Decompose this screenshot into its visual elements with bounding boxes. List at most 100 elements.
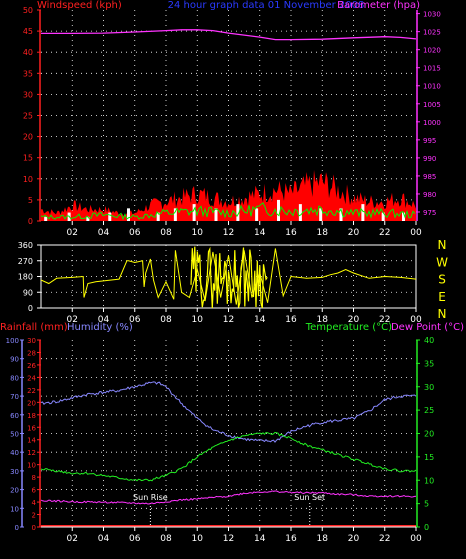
gust-mark: [108, 212, 112, 221]
temp-ytick-label: 30: [424, 383, 434, 392]
humidity-ytick-label: 10: [10, 505, 19, 513]
rain-ytick-label: 18: [27, 412, 36, 420]
temp-ytick-label: 0: [424, 523, 429, 532]
baro-ytick-label: 1010: [423, 83, 441, 91]
wind-xtick-label: 06: [129, 228, 141, 238]
humidity-ytick-label: 40: [10, 449, 19, 457]
rain-ytick-label: 26: [27, 362, 36, 370]
windspeed-axis-title: Windspeed (kph): [37, 0, 122, 11]
temp-xtick-label: 04: [98, 534, 110, 544]
temp-xtick-label: 10: [192, 534, 204, 544]
wind-ytick-label: 5: [28, 196, 33, 205]
temp-xtick-label: 22: [379, 534, 390, 544]
temp-xtick-label: 08: [160, 534, 172, 544]
gust-mark: [298, 204, 302, 221]
humidity-ytick-label: 0: [15, 524, 19, 532]
direction-ytick-label: 0: [28, 304, 33, 313]
rain-ytick-label: 2: [32, 512, 36, 520]
temp-ytick-label: 40: [424, 336, 434, 345]
compass-label: E: [438, 290, 446, 304]
rain-ytick-label: 20: [27, 399, 36, 407]
dewpoint-axis-title: Dew Point (°C): [391, 322, 464, 333]
direction-ytick-label: 180: [18, 273, 33, 282]
graph-title: 24 hour graph data 01 November 2008: [168, 0, 365, 11]
temp-xtick-label: 02: [67, 534, 78, 544]
compass-label: N: [438, 307, 447, 321]
direction-xtick-label: 16: [285, 315, 297, 325]
temperature-axis-title: Temperature (°C): [305, 322, 392, 333]
baro-ytick-label: 1025: [423, 29, 441, 37]
rain-ytick-label: 6: [32, 487, 37, 495]
direction-xtick-label: 12: [223, 315, 234, 325]
baro-ytick-label: 980: [423, 191, 436, 199]
compass-label: N: [438, 238, 447, 252]
rain-ytick-label: 22: [27, 387, 36, 395]
wind-xtick-label: 04: [98, 228, 110, 238]
rain-ytick-label: 16: [27, 424, 36, 432]
gust-mark: [44, 216, 48, 221]
temp-ytick-label: 5: [424, 500, 429, 509]
weather-graphs-svg: 0510152025303540455097598098599099510001…: [0, 0, 464, 544]
wind-xtick-label: 22: [379, 228, 390, 238]
sunrise-label: Sun Rise: [133, 493, 168, 502]
barometer-axis-title: Barometer (hpa): [337, 0, 420, 11]
temp-xtick-label: 18: [317, 534, 329, 544]
wind-xtick-label: 14: [254, 228, 266, 238]
humidity-ytick-label: 60: [10, 412, 19, 420]
wind-ytick-label: 35: [23, 69, 33, 78]
direction-ytick-label: 270: [18, 257, 33, 266]
wind-ytick-label: 15: [23, 154, 33, 163]
rain-ytick-label: 24: [27, 374, 36, 382]
temp-xtick-label: 00: [410, 534, 422, 544]
wind-xtick-label: 10: [192, 228, 204, 238]
baro-ytick-label: 1005: [423, 101, 441, 109]
gust-mark: [277, 199, 280, 221]
wind-xtick-label: 02: [67, 228, 78, 238]
humidity-ytick-label: 90: [10, 356, 19, 364]
rain-ytick-label: 14: [27, 437, 36, 445]
wind-ytick-label: 20: [23, 133, 33, 142]
compass-label: S: [438, 273, 446, 287]
sunset-label: Sun Set: [294, 493, 325, 502]
baro-ytick-label: 985: [423, 173, 436, 181]
wind-xtick-label: 08: [160, 228, 172, 238]
direction-xtick-label: 08: [160, 315, 172, 325]
humidity-ytick-label: 50: [10, 431, 19, 439]
direction-xtick-label: 14: [254, 315, 266, 325]
wind-ytick-label: 50: [23, 6, 33, 15]
weather-graphs: 0 5 10 15 20 25 30 35 40 45 50 975 980 985 990 995 1000 1…: [0, 0, 466, 555]
temp-ytick-label: 10: [424, 476, 434, 485]
baro-ytick-label: 1015: [423, 65, 441, 73]
rain-ytick-label: 12: [27, 449, 36, 457]
temp-xtick-label: 20: [348, 534, 360, 544]
rain-ytick-label: 28: [27, 349, 36, 357]
direction-ytick-label: 90: [23, 288, 33, 297]
temp-ytick-label: 15: [424, 453, 434, 462]
humidity-ytick-label: 70: [10, 393, 19, 401]
humidity-ytick-label: 100: [6, 337, 19, 345]
temp-xtick-label: 16: [285, 534, 297, 544]
wind-ytick-label: 25: [23, 112, 33, 121]
temp-xtick-label: 14: [254, 534, 266, 544]
temp-plot-bg: [41, 340, 416, 527]
wind-xtick-label: 00: [410, 228, 422, 238]
baro-ytick-label: 1000: [423, 119, 441, 127]
humidity-ytick-label: 80: [10, 374, 19, 382]
temp-xtick-label: 12: [223, 534, 234, 544]
wind-ytick-label: 40: [23, 48, 33, 57]
rain-ytick-label: 4: [32, 499, 37, 507]
wind-xtick-label: 16: [285, 228, 297, 238]
wind-xtick-label: 12: [223, 228, 234, 238]
wind-ytick-label: 10: [23, 175, 33, 184]
rainfall-axis-title: Rainfall (mm): [0, 322, 68, 333]
temp-ytick-label: 35: [424, 359, 434, 368]
wind-ytick-label: 30: [23, 90, 33, 99]
temp-ytick-label: 25: [424, 406, 434, 415]
rain-ytick-label: 30: [27, 337, 36, 345]
direction-ytick-label: 360: [18, 241, 33, 250]
compass-label: W: [436, 255, 448, 269]
humidity-axis-title: Humidity (%): [67, 322, 133, 333]
baro-ytick-label: 995: [423, 137, 436, 145]
humidity-ytick-label: 30: [10, 468, 19, 476]
baro-ytick-label: 1020: [423, 47, 441, 55]
